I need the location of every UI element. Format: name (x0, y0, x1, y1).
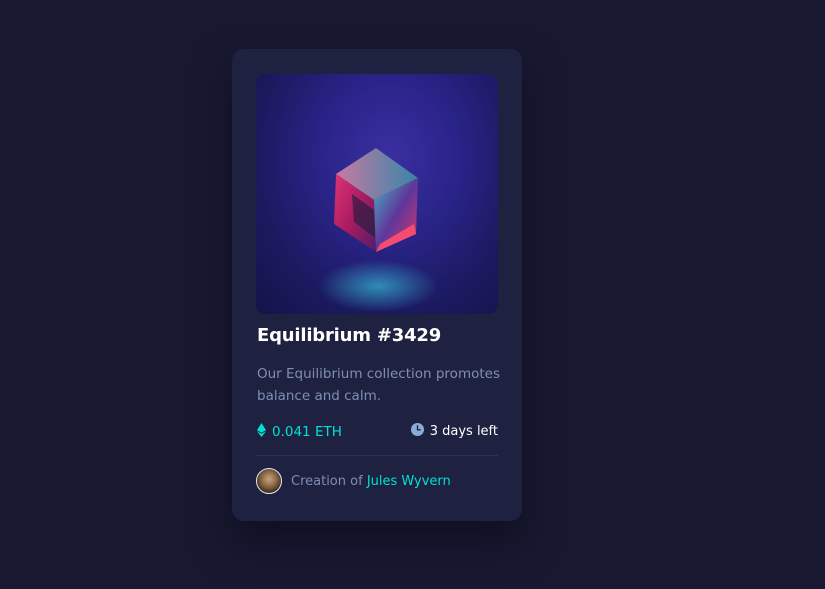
nft-price-value: 0.041 ETH (272, 424, 342, 440)
card-divider (256, 455, 498, 456)
creator-avatar (256, 468, 282, 494)
nft-preview-card: Equilibrium #3429 Our Equilibrium collec… (232, 49, 522, 521)
nft-artwork-image[interactable] (256, 74, 498, 314)
clock-icon (410, 423, 424, 440)
creator-name-link[interactable]: Jules Wyvern (367, 474, 451, 489)
nft-title[interactable]: Equilibrium #3429 (257, 325, 441, 346)
nft-price: 0.041 ETH (257, 423, 342, 441)
nft-time-left-value: 3 days left (429, 424, 498, 439)
ethereum-icon (257, 423, 266, 441)
nft-time-left: 3 days left (410, 423, 498, 440)
nft-creator: Creation of Jules Wyvern (256, 468, 451, 494)
creator-prefix: Creation of (291, 473, 363, 489)
nft-description: Our Equilibrium collection promotes bala… (257, 366, 500, 404)
